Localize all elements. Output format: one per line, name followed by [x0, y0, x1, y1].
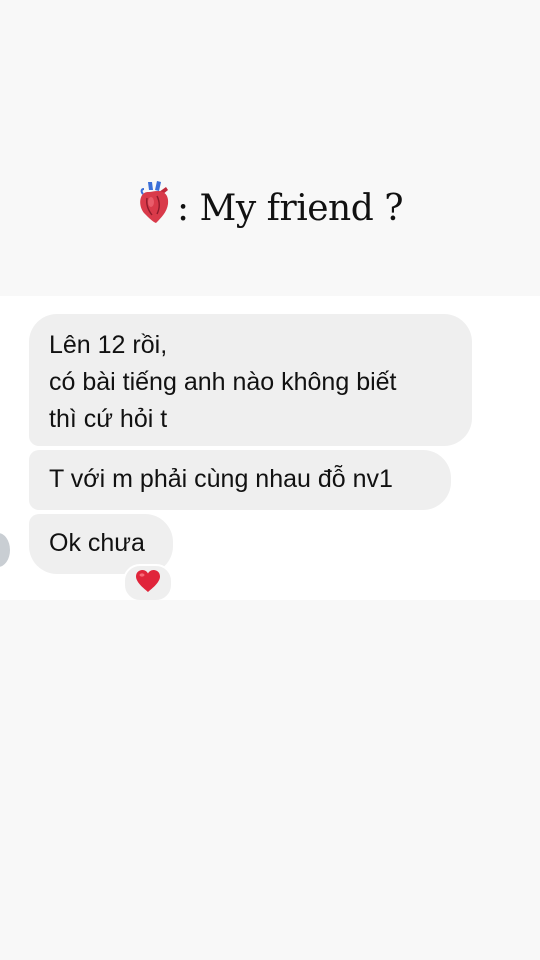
message-bubble[interactable]: Lên 12 rồi, có bài tiếng anh nào không b…	[29, 314, 472, 446]
chat-thread[interactable]: Lên 12 rồi, có bài tiếng anh nào không b…	[0, 296, 540, 602]
message-bubble[interactable]: T với m phải cùng nhau đỗ nv1	[29, 450, 451, 510]
footer-area	[0, 600, 540, 960]
title-text: : My friend ?	[176, 188, 404, 229]
red-heart-icon	[135, 569, 161, 598]
anatomical-heart-icon	[137, 180, 171, 233]
message-reaction[interactable]	[123, 564, 173, 602]
avatar[interactable]	[0, 531, 12, 569]
header: : My friend ?	[0, 0, 540, 296]
page-title: : My friend ?	[0, 180, 540, 233]
